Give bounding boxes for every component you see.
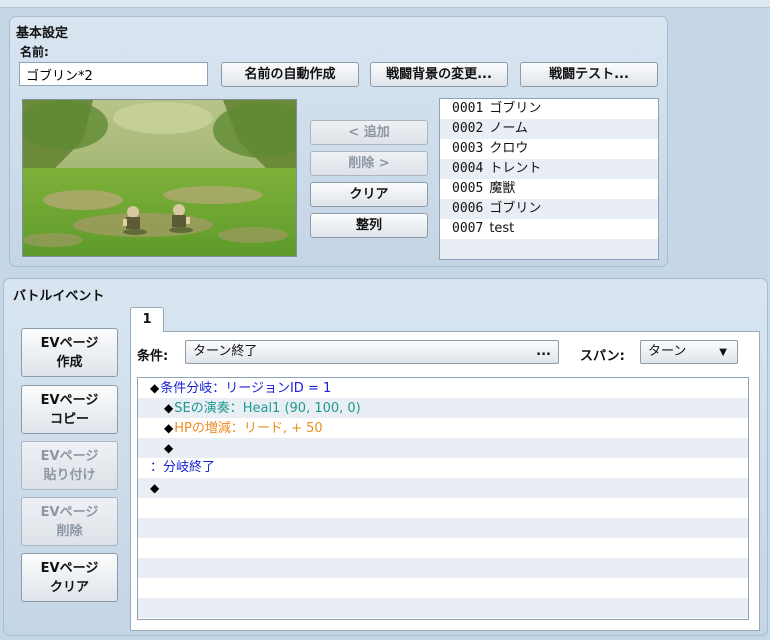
condition-label: 条件:	[137, 349, 169, 364]
change-background-button[interactable]: 戦闘背景の変更...	[370, 62, 508, 87]
enemy-list[interactable]: 0001 ゴブリン 0002 ノーム 0003 クロウ 0004 トレント 0005 魔獣…	[439, 98, 659, 260]
ev-page-clear-button[interactable]: EVページ クリア	[21, 553, 118, 602]
enemy-list-empty-row[interactable]	[440, 239, 658, 259]
basic-settings-title: 基本設定	[16, 26, 69, 41]
condition-ellipsis-button[interactable]: ...	[536, 341, 551, 363]
event-command-row[interactable]: ：分岐終了	[138, 458, 748, 478]
enemy-list-item[interactable]: 0002 ノーム	[440, 119, 658, 139]
remove-enemy-button[interactable]: 削除 >	[310, 151, 428, 176]
span-label: スパン:	[580, 349, 625, 364]
auto-name-button[interactable]: 名前の自動作成	[221, 62, 359, 87]
name-input[interactable]	[19, 62, 208, 86]
event-command-text: ：分岐終了	[150, 460, 216, 475]
enemy-list-item[interactable]: 0001 ゴブリン	[440, 99, 658, 119]
event-command-row[interactable]: ◆	[138, 478, 748, 498]
name-label: 名前:	[20, 45, 49, 59]
ev-page-copy-button[interactable]: EVページ コピー	[21, 385, 118, 434]
event-command-text: SEの演奏：Heal1 (90, 100, 0)	[174, 401, 361, 416]
command-diamond-icon: ◆	[164, 441, 174, 455]
add-enemy-button[interactable]: < 追加	[310, 120, 428, 145]
enemy-list-item[interactable]: 0005 魔獣	[440, 179, 658, 199]
event-command-empty-row[interactable]	[138, 538, 748, 558]
event-command-empty-row[interactable]	[138, 578, 748, 598]
span-select[interactable]: ターン ▼	[640, 340, 738, 364]
battle-event-title: バトルイベント	[13, 289, 105, 304]
event-command-row[interactable]: ◆条件分岐：リージョンID = 1	[138, 378, 748, 398]
condition-field[interactable]: ターン終了 ...	[185, 340, 559, 364]
event-command-empty-row[interactable]	[138, 558, 748, 578]
condition-value: ターン終了	[193, 344, 258, 359]
ev-page-paste-button[interactable]: EVページ 貼り付け	[21, 441, 118, 490]
event-command-text: 条件分岐：リージョンID = 1	[160, 381, 332, 396]
span-value: ターン	[648, 344, 687, 359]
enemy-list-item[interactable]: 0003 クロウ	[440, 139, 658, 159]
event-command-list[interactable]: ◆条件分岐：リージョンID = 1 ◆SEの演奏：Heal1 (90, 100, …	[137, 377, 749, 620]
tab-page-1[interactable]: 1	[130, 307, 164, 332]
ev-page-delete-button[interactable]: EVページ 削除	[21, 497, 118, 546]
command-diamond-icon: ◆	[150, 381, 160, 395]
clear-enemies-button[interactable]: クリア	[310, 182, 428, 207]
chevron-down-icon: ▼	[719, 347, 727, 358]
battle-background-art	[23, 100, 296, 256]
battle-preview-image[interactable]	[22, 99, 297, 257]
event-command-empty-row[interactable]	[138, 598, 748, 618]
event-command-empty-row[interactable]	[138, 498, 748, 518]
event-command-text: HPの増減：リード, + 50	[174, 421, 323, 436]
window-top-strip	[0, 0, 770, 8]
command-diamond-icon: ◆	[150, 481, 160, 495]
event-command-row[interactable]: ◆	[138, 438, 748, 458]
ev-page-create-button[interactable]: EVページ 作成	[21, 328, 118, 377]
sort-enemies-button[interactable]: 整列	[310, 213, 428, 238]
event-command-row[interactable]: ◆SEの演奏：Heal1 (90, 100, 0)	[138, 398, 748, 418]
battle-test-button[interactable]: 戦闘テスト...	[520, 62, 658, 87]
command-diamond-icon: ◆	[164, 421, 174, 435]
event-command-empty-row[interactable]	[138, 518, 748, 538]
event-command-row[interactable]: ◆HPの増減：リード, + 50	[138, 418, 748, 438]
command-diamond-icon: ◆	[164, 401, 174, 415]
enemy-list-item[interactable]: 0007 test	[440, 219, 658, 239]
enemy-list-item[interactable]: 0004 トレント	[440, 159, 658, 179]
enemy-list-item[interactable]: 0006 ゴブリン	[440, 199, 658, 219]
